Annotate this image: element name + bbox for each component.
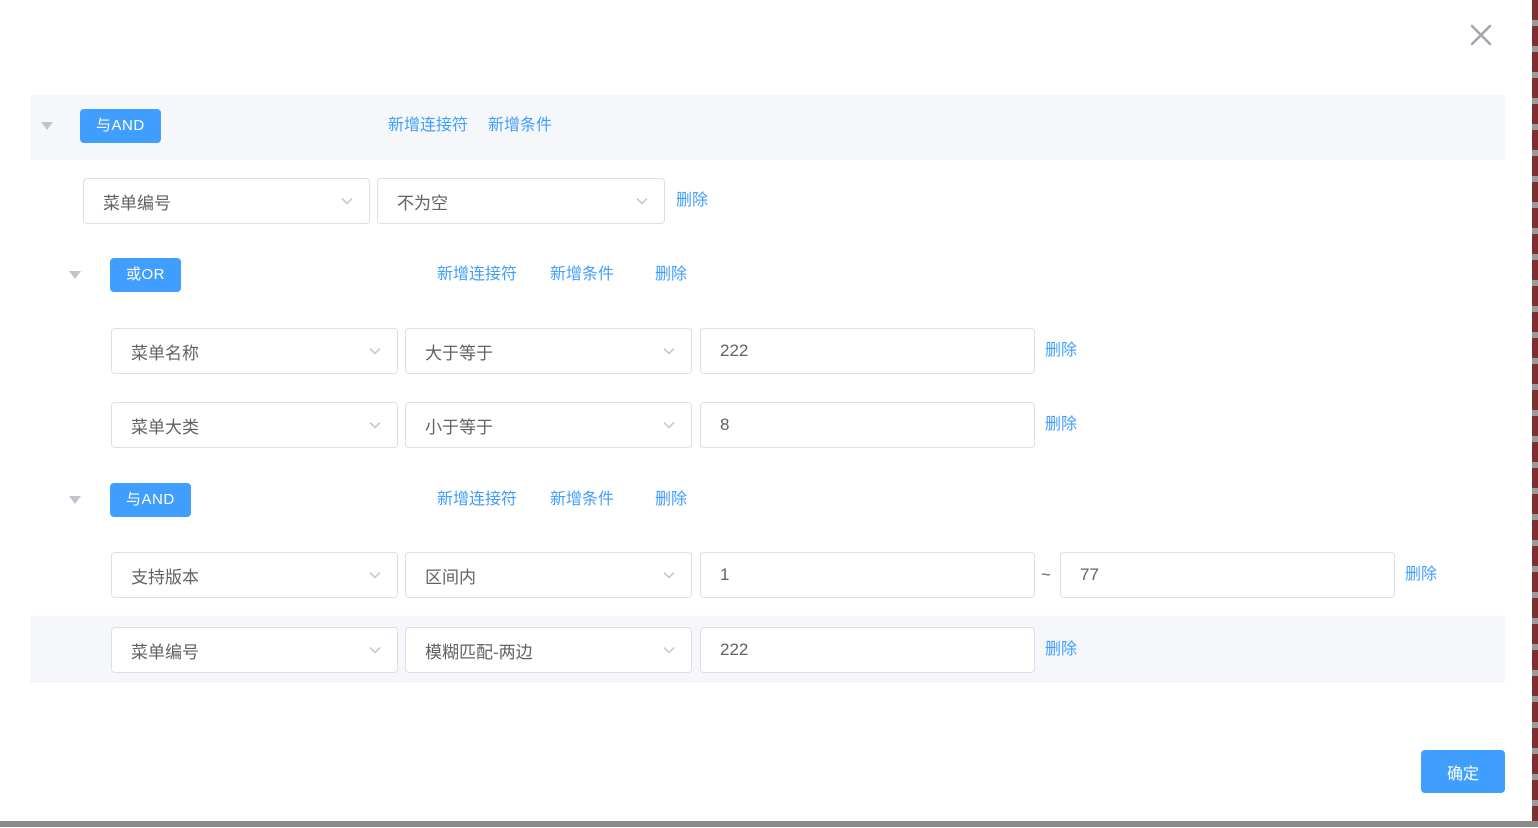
chevron-down-icon (661, 417, 677, 433)
condition5-value-input[interactable] (700, 627, 1035, 673)
condition5-field-select[interactable]: 菜单编号 (111, 627, 398, 673)
condition4-field-select[interactable]: 支持版本 (111, 552, 398, 598)
condition3-field-value: 菜单大类 (131, 413, 199, 438)
condition2-operator-value: 大于等于 (425, 339, 493, 364)
group-root-band (30, 95, 1505, 160)
range-separator: ~ (1041, 564, 1051, 586)
condition-builder-dialog: 与AND 新增连接符 新增条件 菜单编号 不为空 删除 或OR 新增连接符 新增… (0, 0, 1538, 828)
group-and2-delete-link[interactable]: 删除 (655, 489, 687, 511)
window-right-edge-stripe (1532, 0, 1538, 821)
condition3-operator-value: 小于等于 (425, 413, 493, 438)
condition1-delete-link[interactable]: 删除 (676, 190, 708, 212)
condition1-field-select[interactable]: 菜单编号 (83, 178, 370, 224)
condition5-operator-select[interactable]: 模糊匹配-两边 (405, 627, 692, 673)
condition3-delete-link[interactable]: 删除 (1045, 414, 1077, 436)
condition2-field-value: 菜单名称 (131, 339, 199, 364)
chevron-down-icon (367, 343, 383, 359)
group-or-add-connector-link[interactable]: 新增连接符 (437, 264, 517, 286)
chevron-down-icon (367, 417, 383, 433)
condition1-operator-select[interactable]: 不为空 (377, 178, 665, 224)
group-or-connector-badge[interactable]: 或OR (110, 258, 181, 292)
condition2-operator-select[interactable]: 大于等于 (405, 328, 692, 374)
chevron-down-icon (367, 567, 383, 583)
condition5-delete-link[interactable]: 删除 (1045, 639, 1077, 661)
confirm-button[interactable]: 确定 (1421, 750, 1505, 793)
group-or-collapse-caret-icon[interactable] (69, 271, 81, 279)
condition4-field-value: 支持版本 (131, 563, 199, 588)
condition5-operator-value: 模糊匹配-两边 (425, 638, 533, 663)
group-and2-add-connector-link[interactable]: 新增连接符 (437, 489, 517, 511)
condition1-operator-value: 不为空 (397, 189, 448, 214)
chevron-down-icon (367, 642, 383, 658)
condition4-range-to-input[interactable] (1060, 552, 1395, 598)
group-root-connector-badge[interactable]: 与AND (80, 109, 161, 143)
condition1-field-value: 菜单编号 (103, 189, 171, 214)
close-button[interactable] (1462, 16, 1500, 54)
condition5-field-value: 菜单编号 (131, 638, 199, 663)
group-root-collapse-caret-icon[interactable] (41, 122, 53, 130)
chevron-down-icon (634, 193, 650, 209)
chevron-down-icon (661, 567, 677, 583)
condition3-field-select[interactable]: 菜单大类 (111, 402, 398, 448)
group-and2-connector-badge[interactable]: 与AND (110, 483, 191, 517)
condition4-operator-select[interactable]: 区间内 (405, 552, 692, 598)
condition2-delete-link[interactable]: 删除 (1045, 340, 1077, 362)
condition2-field-select[interactable]: 菜单名称 (111, 328, 398, 374)
condition4-delete-link[interactable]: 删除 (1405, 564, 1437, 586)
group-or-add-condition-link[interactable]: 新增条件 (550, 264, 614, 286)
close-icon (1463, 17, 1499, 53)
group-root-add-condition-link[interactable]: 新增条件 (488, 115, 552, 137)
chevron-down-icon (661, 343, 677, 359)
group-root-add-connector-link[interactable]: 新增连接符 (388, 115, 468, 137)
condition2-value-input[interactable] (700, 328, 1035, 374)
condition4-operator-value: 区间内 (425, 563, 476, 588)
chevron-down-icon (339, 193, 355, 209)
window-bottom-edge (0, 821, 1538, 827)
group-and2-add-condition-link[interactable]: 新增条件 (550, 489, 614, 511)
condition4-range-from-input[interactable] (700, 552, 1035, 598)
group-and2-collapse-caret-icon[interactable] (69, 496, 81, 504)
chevron-down-icon (661, 642, 677, 658)
condition3-value-input[interactable] (700, 402, 1035, 448)
condition3-operator-select[interactable]: 小于等于 (405, 402, 692, 448)
group-or-delete-link[interactable]: 删除 (655, 264, 687, 286)
